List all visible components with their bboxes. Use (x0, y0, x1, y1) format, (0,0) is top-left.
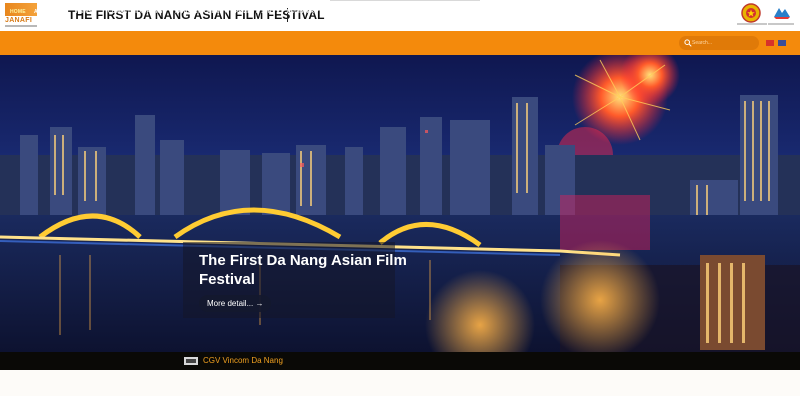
language-english-flag[interactable] (778, 40, 786, 46)
city-logo-icon (774, 8, 790, 19)
search-icon[interactable] (684, 39, 692, 47)
logo-text: JANAFI (5, 17, 33, 24)
cinema-icon (184, 357, 198, 365)
top-divider (330, 0, 480, 1)
city-logo-caption (768, 23, 794, 25)
venue-label[interactable]: CGV Vincom Da Nang (203, 356, 283, 365)
nav-competition-films[interactable]: COMPETITION FILMS ▾ (108, 9, 167, 15)
search-input[interactable] (692, 38, 752, 48)
more-detail-button[interactable]: More detail... → (199, 295, 272, 312)
nav-panorama-films[interactable]: PANORAMA FILMS ▾ (175, 9, 227, 15)
nav-about-us[interactable]: ABOUT US ▾ (34, 9, 66, 15)
emblem-caption (737, 23, 767, 25)
venue-bar (0, 352, 800, 370)
nav-home[interactable]: HOME (10, 9, 26, 15)
logo-tagline (5, 25, 37, 27)
nav-news[interactable]: NEWS ▾ (76, 9, 96, 15)
national-emblem-icon (741, 3, 761, 23)
language-vietnamese-flag[interactable] (766, 40, 774, 46)
nav-prizes-jury[interactable]: PRIZES & JURY ▾ (235, 9, 279, 15)
night-cityscape-image (0, 55, 800, 352)
nav-contact[interactable]: CONTACT (328, 9, 353, 15)
hero-title: The First Da Nang Asian Film Festival (199, 252, 407, 288)
nav-register[interactable]: REGISTER ▾ (287, 9, 318, 15)
janafi-logo[interactable]: JANAFI (5, 3, 37, 29)
hero-banner (0, 55, 800, 352)
